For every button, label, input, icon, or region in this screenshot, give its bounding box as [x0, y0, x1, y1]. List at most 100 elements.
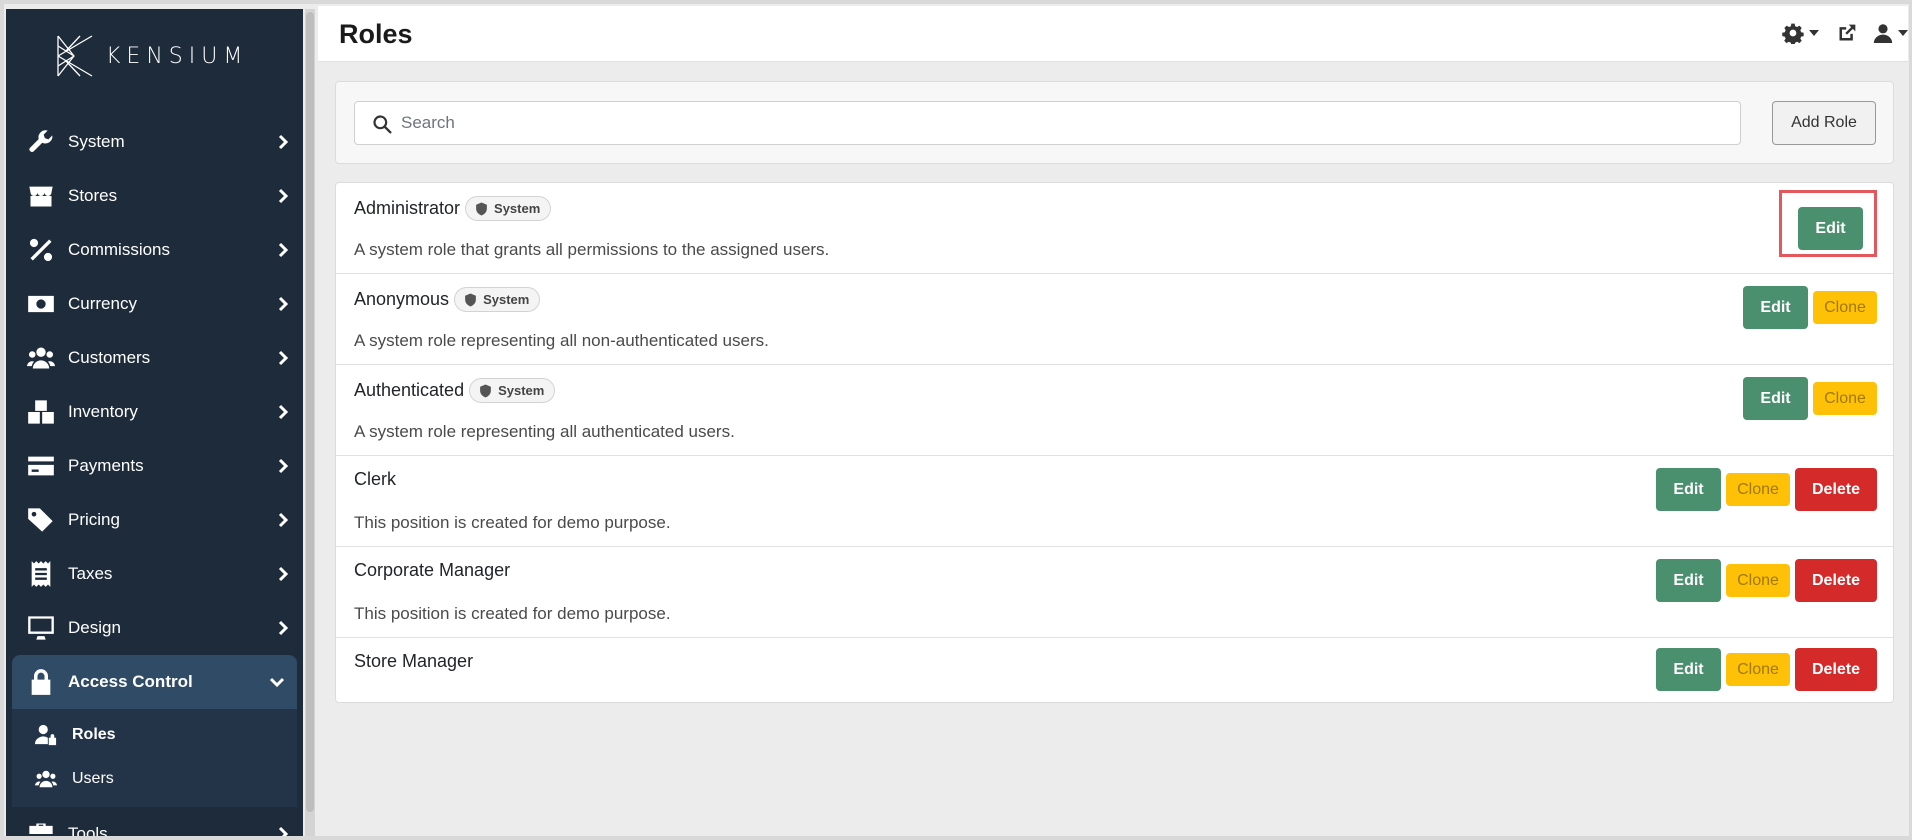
shield-icon	[465, 293, 476, 306]
access-control-submenu: Roles Users	[12, 709, 297, 807]
role-name-text: Administrator	[354, 198, 461, 218]
sidebar-item-label: Design	[68, 618, 121, 637]
sidebar-item-customers[interactable]: Customers	[6, 331, 303, 385]
search-field[interactable]	[354, 101, 1741, 145]
sidebar-item-pricing[interactable]: Pricing	[6, 493, 303, 547]
role-name-text: Corporate Manager	[354, 560, 511, 580]
edit-button[interactable]: Edit	[1743, 286, 1808, 329]
role-name-text: Authenticated	[354, 380, 465, 400]
role-description: A system role that grants all permission…	[354, 240, 830, 259]
role-description: A system role representing all authentic…	[354, 422, 735, 441]
edit-button[interactable]: Edit	[1656, 559, 1721, 602]
role-row: Store Manager Edit Clone Delete	[336, 638, 1893, 702]
chevron-right-icon	[275, 133, 291, 151]
role-actions: Edit Clone Delete	[1651, 648, 1877, 691]
chevron-right-icon	[275, 457, 291, 475]
sidebar-subitem-roles[interactable]: Roles	[12, 713, 297, 757]
edit-button[interactable]: Edit	[1656, 648, 1721, 691]
chevron-right-icon	[275, 349, 291, 367]
chevron-right-icon	[275, 295, 291, 313]
sidebar-item-taxes[interactable]: Taxes	[6, 547, 303, 601]
clone-button[interactable]: Clone	[1726, 564, 1790, 597]
role-description: This position is created for demo purpos…	[354, 513, 671, 532]
shield-icon	[476, 202, 487, 215]
sidebar-item-currency[interactable]: Currency	[6, 277, 303, 331]
tags-icon	[26, 505, 56, 535]
chevron-right-icon	[275, 825, 291, 836]
header-actions	[1768, 22, 1908, 44]
settings-dropdown[interactable]	[1782, 22, 1819, 44]
chevron-right-icon	[275, 565, 291, 583]
clone-button[interactable]: Clone	[1813, 382, 1877, 415]
sidebar-item-label: Commissions	[68, 240, 171, 259]
badge-label: System	[483, 292, 530, 307]
chevron-right-icon	[275, 511, 291, 529]
sidebar-subitem-label: Users	[72, 770, 114, 787]
gear-icon	[1782, 23, 1804, 44]
caret-down-icon	[1898, 30, 1908, 36]
role-description: A system role representing all non-authe…	[354, 331, 769, 350]
role-row: Corporate Manager This position is creat…	[336, 547, 1893, 638]
sidebar-item-label: Payments	[68, 456, 144, 475]
sidebar-item-inventory[interactable]: Inventory	[6, 385, 303, 439]
delete-button[interactable]: Delete	[1795, 559, 1877, 602]
money-bill-icon	[26, 289, 56, 319]
role-description: This position is created for demo purpos…	[354, 604, 671, 623]
sidebar-subitem-users[interactable]: Users	[12, 757, 297, 801]
sidebar-scrollbar-thumb[interactable]	[306, 12, 314, 812]
chevron-right-icon	[275, 187, 291, 205]
kensium-logo-icon	[57, 35, 93, 77]
users-icon	[26, 343, 56, 373]
chevron-right-icon	[275, 403, 291, 421]
sidebar-item-stores[interactable]: Stores	[6, 169, 303, 223]
role-actions: Edit	[1779, 190, 1877, 257]
sidebar-item-access-control[interactable]: Access Control	[12, 655, 297, 709]
sidebar-item-label: Access Control	[68, 672, 193, 691]
boxes-icon	[26, 397, 56, 427]
sidebar-item-tools[interactable]: Tools	[6, 807, 303, 836]
role-name: Anonymous System	[354, 287, 541, 312]
sidebar-item-system[interactable]: System	[6, 115, 303, 169]
role-actions: Edit Clone	[1738, 377, 1877, 420]
sidebar-item-label: Stores	[68, 186, 118, 205]
role-name-text: Anonymous	[354, 289, 450, 309]
open-storefront-button[interactable]	[1837, 23, 1857, 43]
sidebar-item-label: System	[68, 132, 125, 151]
clone-button[interactable]: Clone	[1726, 473, 1790, 506]
search-input[interactable]	[401, 102, 1731, 144]
page-title: Roles	[339, 19, 413, 49]
sidebar: KENSIUM System Stores Commissions Curren…	[6, 9, 303, 836]
sidebar-item-payments[interactable]: Payments	[6, 439, 303, 493]
credit-card-icon	[26, 451, 56, 481]
sidebar-item-label: Tools	[68, 824, 108, 836]
delete-button[interactable]: Delete	[1795, 648, 1877, 691]
role-row: Anonymous System A system role represent…	[336, 274, 1893, 365]
receipt-icon	[26, 559, 56, 589]
chevron-right-icon	[275, 619, 291, 637]
sidebar-item-label: Taxes	[68, 564, 113, 583]
roles-list: Administrator System A system role that …	[335, 182, 1894, 703]
system-badge: System	[454, 287, 541, 312]
role-row: Administrator System A system role that …	[336, 183, 1893, 274]
user-menu-dropdown[interactable]	[1873, 23, 1908, 43]
sidebar-item-commissions[interactable]: Commissions	[6, 223, 303, 277]
sidebar-item-design[interactable]: Design	[6, 601, 303, 655]
system-badge: System	[469, 378, 556, 403]
role-actions: Edit Clone Delete	[1651, 559, 1877, 602]
caret-down-icon	[1809, 30, 1819, 36]
clone-button[interactable]: Clone	[1726, 653, 1790, 686]
shield-icon	[480, 384, 491, 397]
add-role-button[interactable]: Add Role	[1772, 101, 1876, 145]
users-icon	[34, 767, 58, 791]
edit-button[interactable]: Edit	[1743, 377, 1808, 420]
role-name: Clerk	[354, 469, 396, 490]
edit-button[interactable]: Edit	[1656, 468, 1721, 511]
badge-label: System	[498, 383, 545, 398]
sidebar-item-label: Currency	[68, 294, 137, 313]
role-name: Administrator System	[354, 196, 552, 221]
desktop-icon	[26, 613, 56, 643]
clone-button[interactable]: Clone	[1813, 291, 1877, 324]
sidebar-subitem-label: Roles	[72, 726, 116, 743]
delete-button[interactable]: Delete	[1795, 468, 1877, 511]
brand-logo[interactable]: KENSIUM	[52, 33, 248, 79]
